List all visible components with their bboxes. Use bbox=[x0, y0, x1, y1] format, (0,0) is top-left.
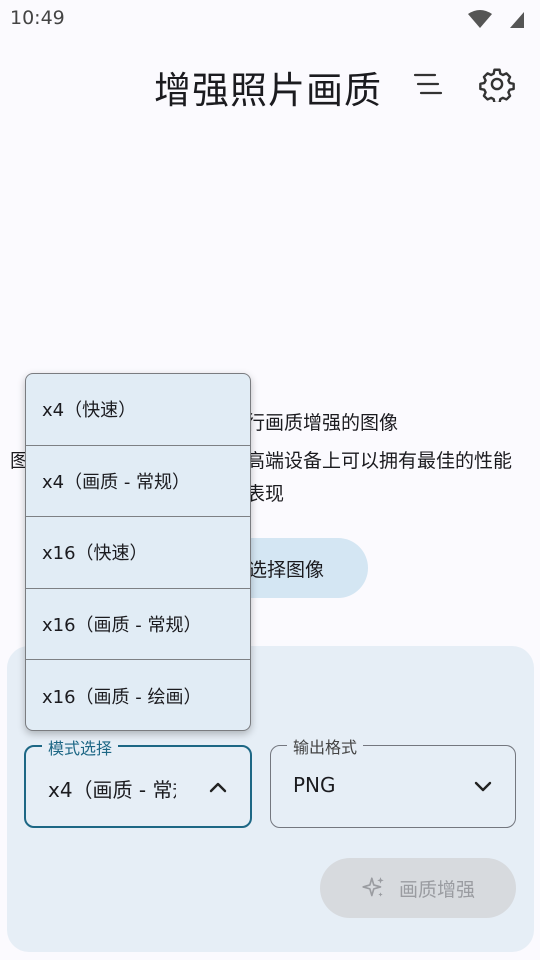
page-title: 增强照片画质 bbox=[154, 69, 382, 112]
description-line-2: 高端设备上可以拥有最佳的性能 bbox=[246, 450, 513, 472]
description-line-3: 表现 bbox=[246, 483, 285, 505]
wifi-icon bbox=[468, 10, 492, 28]
format-select-value: PNG bbox=[293, 773, 336, 797]
menu-option-x4-quality-normal[interactable]: x4（画质 - 常规） bbox=[26, 446, 250, 518]
enhance-button-label: 画质增强 bbox=[398, 878, 475, 901]
chevron-up-icon bbox=[209, 782, 227, 793]
menu-option-x16-quality-painting[interactable]: x16（画质 - 绘画） bbox=[26, 660, 250, 730]
settings-button[interactable] bbox=[475, 62, 519, 106]
chevron-down-icon bbox=[474, 781, 492, 792]
mode-select-value: x4（画质 - 常规） bbox=[48, 778, 176, 802]
sort-menu-button[interactable] bbox=[405, 62, 449, 106]
menu-option-x4-fast[interactable]: x4（快速） bbox=[26, 374, 250, 446]
signal-icon bbox=[510, 12, 524, 28]
enhance-button[interactable]: 画质增强 bbox=[320, 858, 516, 918]
description-line-1: 行画质增强的图像 bbox=[246, 412, 399, 434]
menu-option-x16-quality-normal[interactable]: x16（画质 - 常规） bbox=[26, 589, 250, 661]
format-select[interactable]: 输出格式 PNG bbox=[270, 734, 516, 828]
sparkle-icon bbox=[362, 877, 384, 897]
mode-select-label: 模式选择 bbox=[42, 735, 119, 759]
mode-dropdown-menu: x4（快速） x4（画质 - 常规） x16（快速） x16（画质 - 常规） … bbox=[25, 373, 251, 731]
mode-select[interactable]: 模式选择 x4（画质 - 常规） bbox=[24, 735, 252, 828]
format-select-label: 输出格式 bbox=[287, 734, 364, 758]
status-time: 10:49 bbox=[10, 7, 65, 29]
status-icons bbox=[466, 9, 526, 29]
menu-option-x16-fast[interactable]: x16（快速） bbox=[26, 517, 250, 589]
select-image-label: 选择图像 bbox=[248, 558, 325, 581]
gear-icon bbox=[479, 68, 515, 102]
sort-lines-icon bbox=[413, 73, 443, 95]
